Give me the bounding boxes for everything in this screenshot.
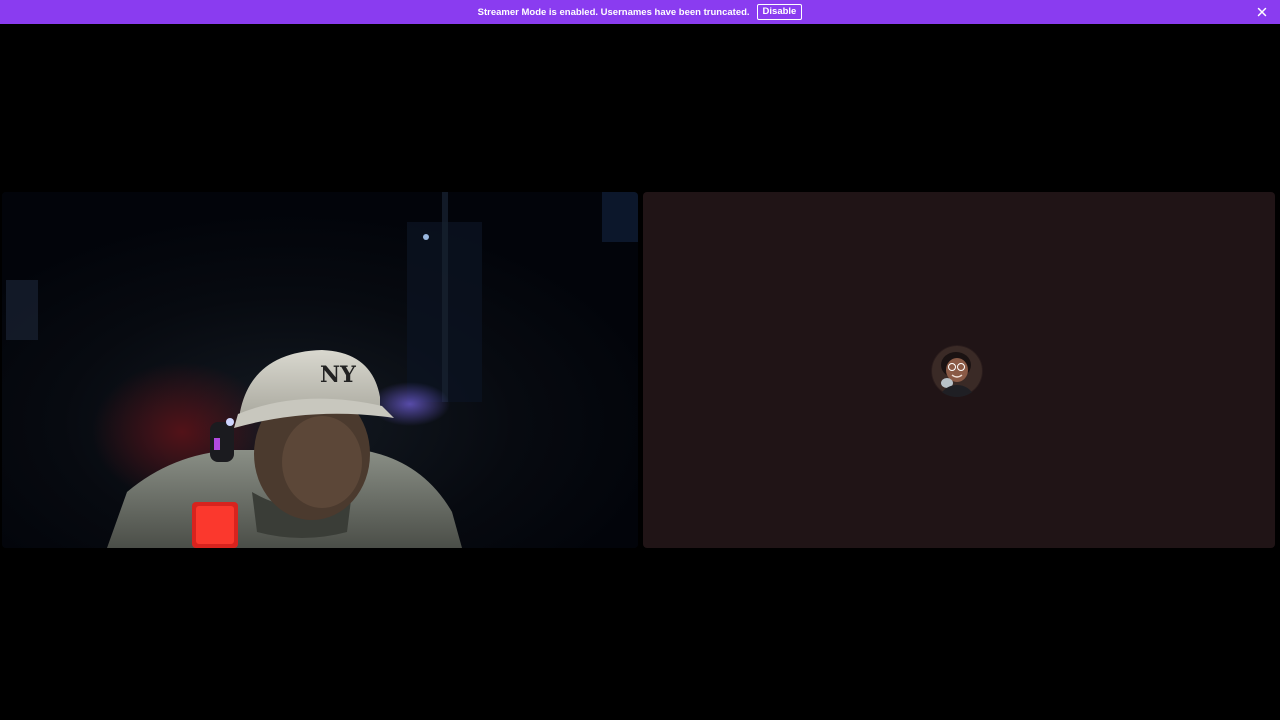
webcam-video-feed: NY — [2, 192, 638, 548]
streamer-mode-notice-bar: Streamer Mode is enabled. Usernames have… — [0, 0, 1280, 24]
user-avatar-icon — [931, 345, 983, 397]
participant-audio-tile[interactable] — [643, 192, 1275, 548]
close-icon — [1257, 7, 1267, 17]
call-stage: NY — [0, 24, 1280, 720]
svg-text:NY: NY — [320, 362, 356, 388]
streamer-mode-notice-text: Streamer Mode is enabled. Usernames have… — [477, 6, 750, 18]
participant-avatar[interactable] — [931, 345, 983, 397]
app-window: Streamer Mode is enabled. Usernames have… — [0, 0, 1280, 720]
close-notice-button[interactable] — [1255, 5, 1269, 19]
disable-streamer-mode-button[interactable]: Disable — [756, 4, 803, 20]
participant-video-tile[interactable]: NY — [2, 192, 638, 548]
